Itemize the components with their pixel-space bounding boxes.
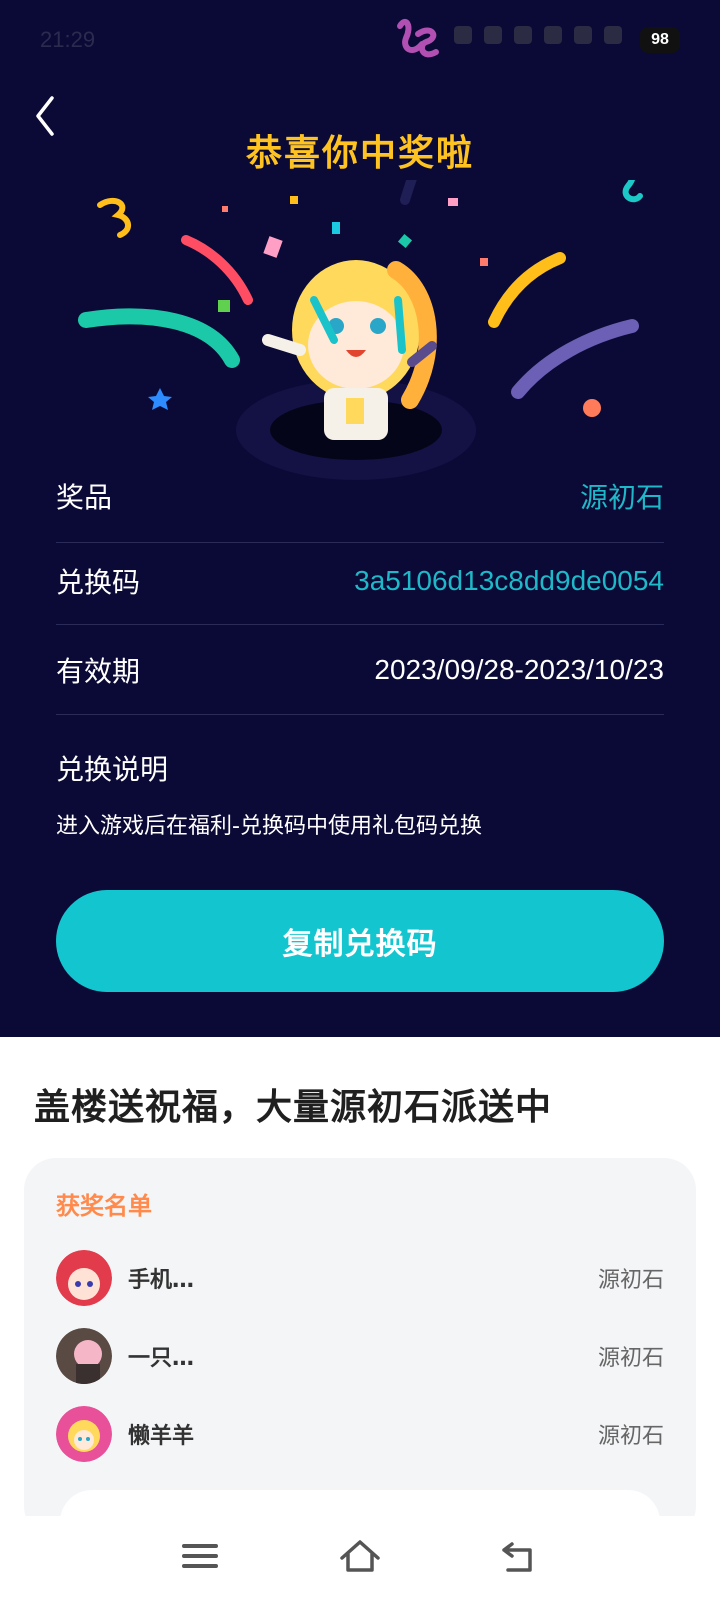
winner-prize: 源初石 xyxy=(597,1424,664,1449)
winners-card: 获奖名单 手机… 源初石 一只… 源初石 懒羊羊 源初石 xyxy=(24,1158,696,1560)
validity-value: 2023/09/28-2023/10/23 xyxy=(374,654,664,685)
status-time: 21:29 xyxy=(40,27,96,52)
back-nav-icon[interactable] xyxy=(496,1536,544,1576)
signal-icon xyxy=(574,26,592,44)
menu-icon[interactable] xyxy=(176,1536,224,1576)
avatar xyxy=(56,1406,112,1462)
instruction-label: 兑换说明 xyxy=(56,753,169,786)
winners-title: 获奖名单 xyxy=(56,1192,152,1220)
code-value[interactable]: 3a5106d13c8dd9de0054 xyxy=(354,565,664,597)
battery-indicator: 98 xyxy=(640,27,680,53)
status-bar: 21:29 98 xyxy=(0,0,720,80)
code-row: 兑换码 3a5106d13c8dd9de0054 xyxy=(56,538,664,625)
home-icon[interactable] xyxy=(336,1536,384,1576)
code-label: 兑换码 xyxy=(56,566,141,599)
validity-label: 有效期 xyxy=(56,655,141,688)
winner-item[interactable]: 懒羊羊 源初石 xyxy=(56,1402,664,1466)
prize-label: 奖品 xyxy=(56,481,113,514)
prize-row: 奖品 源初石 xyxy=(56,450,664,543)
status-icons xyxy=(454,26,622,44)
bluetooth-icon xyxy=(514,26,532,44)
prize-panel: 21:29 98 恭喜你中奖啦 奖品 源初石 兑换码 3a5106d13c8dd… xyxy=(0,0,720,1037)
vibrate-icon xyxy=(484,26,502,44)
winner-name: 手机… xyxy=(128,1268,195,1293)
validity-row: 有效期 2023/09/28-2023/10/23 xyxy=(56,626,664,715)
winner-item[interactable]: 手机… 源初石 xyxy=(56,1246,664,1310)
app-logo-icon xyxy=(397,18,439,58)
instruction-text: 进入游戏后在福利-兑换码中使用礼包码兑换 xyxy=(56,814,482,839)
copy-code-button[interactable]: 复制兑换码 xyxy=(56,890,664,992)
nfc-icon xyxy=(544,26,562,44)
system-nav-bar xyxy=(0,1516,720,1600)
prize-value: 源初石 xyxy=(579,482,664,513)
wifi-icon xyxy=(604,26,622,44)
winner-prize: 源初石 xyxy=(597,1346,664,1371)
page-title: 恭喜你中奖啦 xyxy=(245,133,474,174)
winner-item[interactable]: 一只… 源初石 xyxy=(56,1324,664,1388)
promo-title: 盖楼送祝福，大量源初石派送中 xyxy=(34,1087,553,1128)
winner-name: 懒羊羊 xyxy=(128,1424,195,1449)
notification-icon xyxy=(454,26,472,44)
winner-name: 一只… xyxy=(128,1346,195,1371)
winner-prize: 源初石 xyxy=(597,1268,664,1293)
avatar xyxy=(56,1250,112,1306)
avatar xyxy=(56,1328,112,1384)
